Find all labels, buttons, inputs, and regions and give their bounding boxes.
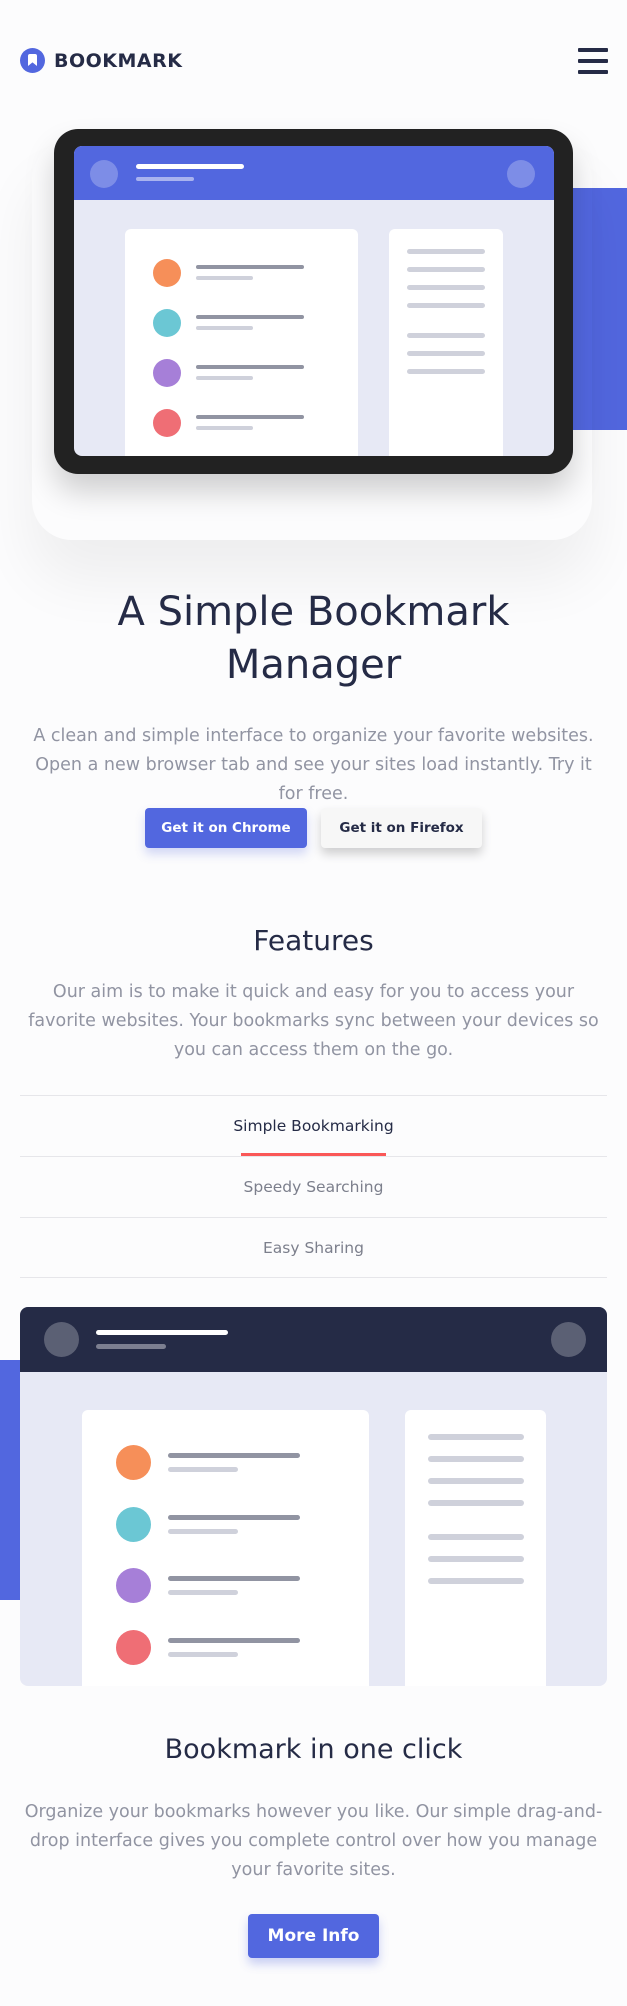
feature-accent-shape [0,1360,20,1600]
sidebar-line [407,351,485,356]
bookmark-line [168,1529,238,1534]
bookmark-list-card [82,1410,369,1686]
features-description: Our aim is to make it quick and easy for… [28,982,599,1060]
bookmark-dot [153,259,181,287]
sidebar-line [428,1478,524,1484]
bookmark-line [168,1576,300,1581]
sidebar-line [407,369,485,374]
bookmark-line [168,1638,300,1643]
bookmark-line [196,426,253,430]
tab-label: Simple Bookmarking [233,1117,394,1135]
tab-speedy-searching[interactable]: Speedy Searching [20,1156,607,1217]
sidebar-line [428,1534,524,1540]
sidebar-line [407,333,485,338]
hero-title-line1: A Simple Bookmark [117,589,510,635]
bookmark-line [196,276,253,280]
hero-title-line2: Manager [225,642,402,688]
bookmark-dot [116,1445,151,1480]
sidebar-line [428,1500,524,1506]
header: BOOKMARK [0,0,627,120]
more-info-button[interactable]: More Info [248,1914,379,1958]
hero-description: A clean and simple interface to organize… [33,726,594,804]
bookmark-line [168,1467,238,1472]
avatar-placeholder [90,160,118,188]
feature-illustration [20,1307,607,1686]
sidebar-line [407,285,485,290]
subtitle-placeholder [96,1344,166,1349]
get-chrome-button[interactable]: Get it on Chrome [145,808,307,848]
feature-tabs: Simple Bookmarking Speedy Searching Easy… [20,1095,607,1278]
feature-description: Organize your bookmarks however you like… [24,1802,603,1880]
sidebar-line [428,1434,524,1440]
title-placeholder [136,164,244,169]
menu-placeholder [507,160,535,188]
sidebar-line [428,1578,524,1584]
get-firefox-button[interactable]: Get it on Firefox [321,808,482,848]
features-title: Features [253,924,374,957]
screen-header [74,146,554,200]
bookmark-dot [153,359,181,387]
bookmark-line [168,1515,300,1520]
bookmark-line [196,326,253,330]
logo[interactable]: BOOKMARK [20,48,182,73]
sidebar-line [407,267,485,272]
bookmark-line [196,315,304,319]
bookmark-dot [153,309,181,337]
title-placeholder [96,1330,228,1335]
subtitle-placeholder [136,177,194,181]
sidebar-card [389,229,503,456]
sidebar-line [428,1556,524,1562]
bookmark-line [168,1453,300,1458]
tab-easy-sharing[interactable]: Easy Sharing [20,1217,607,1278]
avatar-placeholder [44,1322,79,1357]
tab-label: Speedy Searching [243,1178,384,1196]
hero-title: A Simple Bookmark Manager [0,586,627,692]
bookmark-dot [153,409,181,437]
tab-simple-bookmarking[interactable]: Simple Bookmarking [20,1095,607,1157]
feature-title: Bookmark in one click [164,1734,463,1765]
bookmark-line [196,376,253,380]
sidebar-line [428,1456,524,1462]
bookmark-line [196,415,304,419]
menu-placeholder [551,1322,586,1357]
feature-screen-header [20,1307,607,1372]
bookmark-line [168,1652,238,1657]
tablet-screen [74,146,554,456]
tab-label: Easy Sharing [263,1238,364,1257]
bookmark-list-card [125,229,358,456]
sidebar-line [407,303,485,308]
bookmark-dot [116,1630,151,1665]
bookmark-line [196,265,304,269]
logo-text: BOOKMARK [54,49,183,72]
bookmark-dot [116,1568,151,1603]
bookmark-logo-icon [20,48,45,73]
bookmark-line [196,365,304,369]
sidebar-card [405,1410,546,1686]
hamburger-icon[interactable] [578,48,608,74]
bookmark-dot [116,1507,151,1542]
sidebar-line [407,249,485,254]
bookmark-line [168,1590,238,1595]
